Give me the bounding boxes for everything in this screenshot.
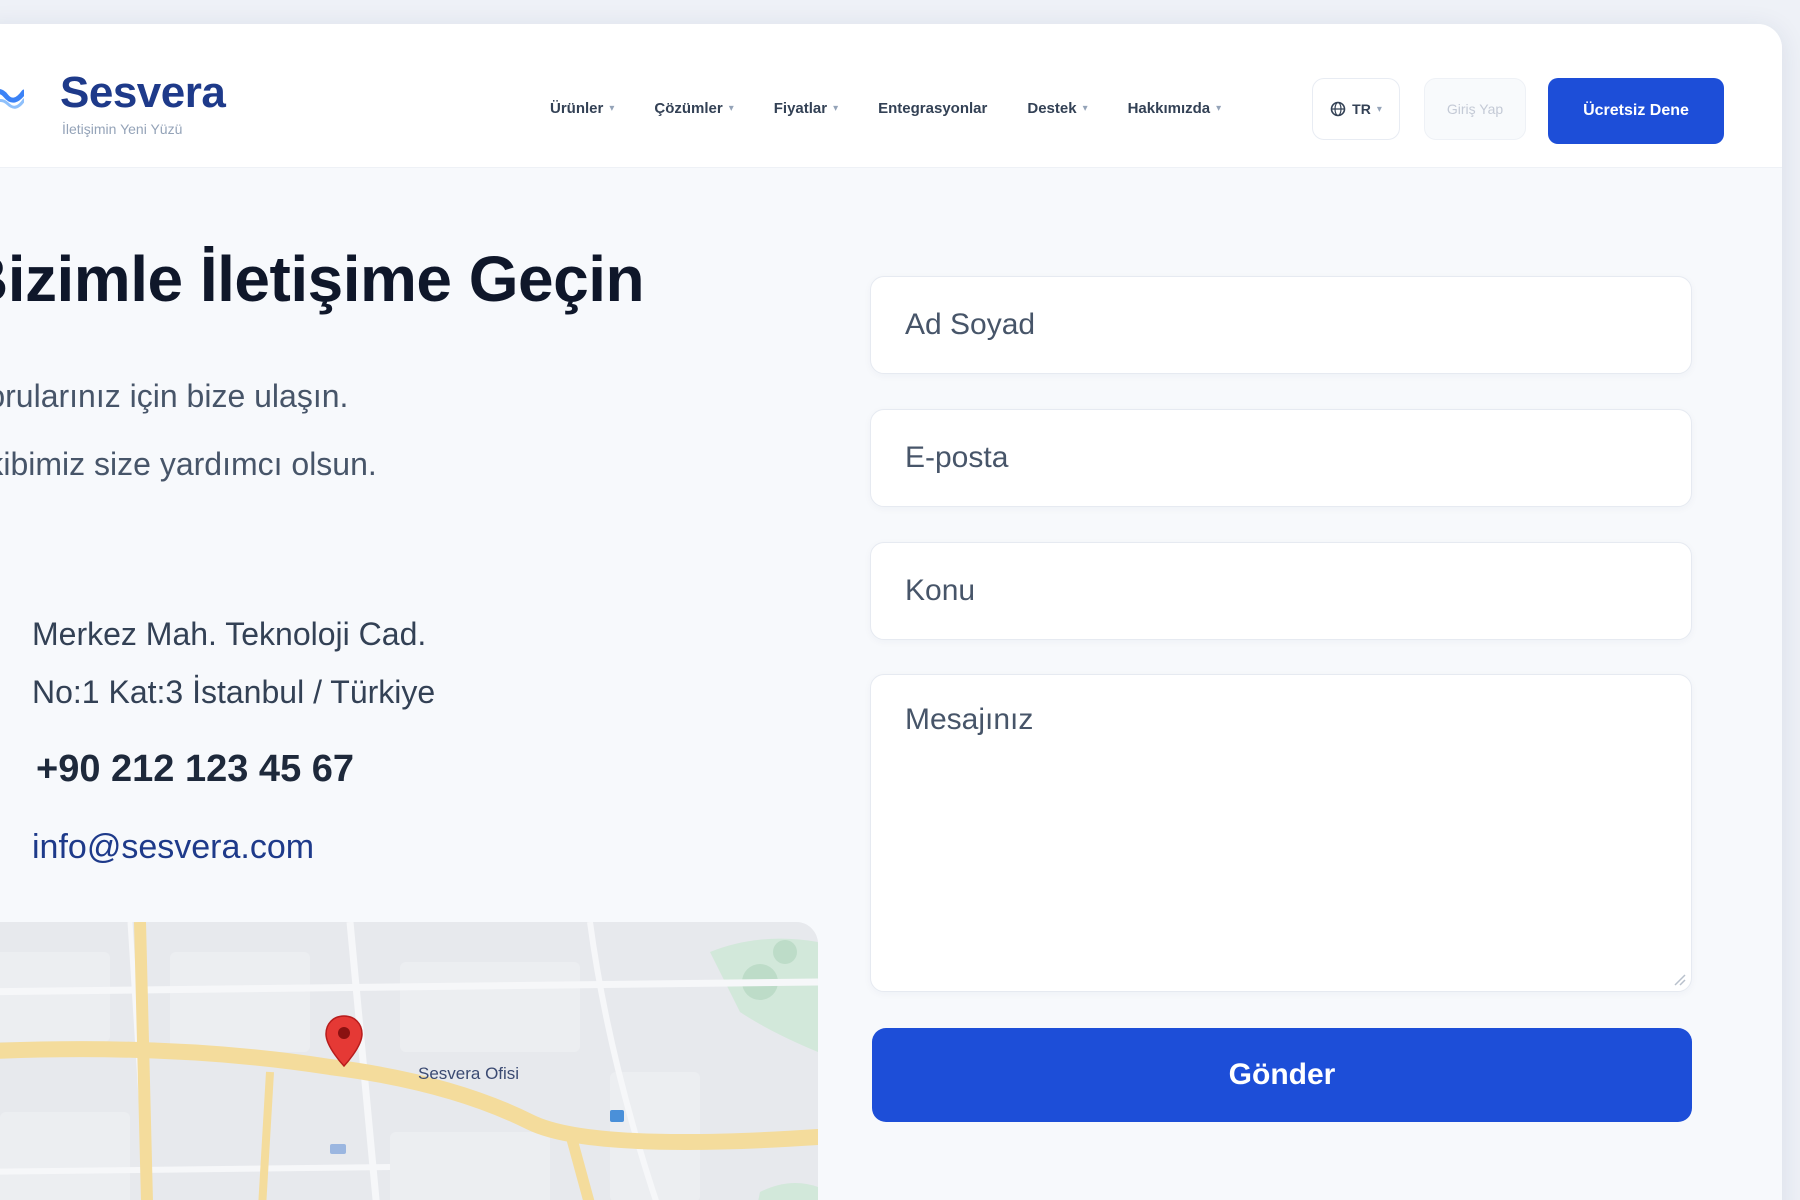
message-textarea[interactable]: [870, 674, 1692, 992]
free-trial-button[interactable]: Ücretsiz Dene: [1548, 78, 1724, 144]
nav-item-label: Ürünler: [550, 100, 604, 117]
logo-wave-icon: [0, 89, 24, 109]
phone-number[interactable]: +90 212 123 45 67: [36, 748, 354, 791]
map-marker-label: Sesvera Ofisi: [418, 1064, 520, 1083]
nav-item-entegrasyonlar[interactable]: Entegrasyonlar: [878, 100, 987, 117]
nav-item-label: Çözümler: [654, 100, 723, 117]
nav-item-destek[interactable]: Destek ▾: [1027, 100, 1087, 117]
map-pin-icon[interactable]: [324, 1014, 364, 1070]
nav-item-urunler[interactable]: Ürünler ▾: [550, 100, 614, 117]
name-input[interactable]: [870, 276, 1692, 374]
map-canvas: [0, 922, 818, 1200]
nav-item-label: Hakkımızda: [1127, 100, 1211, 117]
submit-button[interactable]: Gönder: [872, 1028, 1692, 1122]
resize-handle-icon[interactable]: [1670, 970, 1686, 986]
chevron-down-icon: ▾: [1082, 103, 1088, 114]
chevron-down-icon: ▾: [833, 103, 839, 114]
nav-item-fiyatlar[interactable]: Fiyatlar ▾: [774, 100, 838, 117]
lead-text-2: Ekibimiz size yardımcı olsun.: [0, 446, 377, 482]
nav-item-cozumler[interactable]: Çözümler ▾: [654, 100, 733, 117]
site-logo[interactable]: Sesvera İletişimin Yeni Yüzü: [0, 48, 230, 140]
language-label: TR: [1352, 101, 1371, 117]
browser-window: Sesvera İletişimin Yeni Yüzü Ürünler ▾ Ç…: [0, 24, 1782, 1200]
chevron-down-icon: ▾: [728, 103, 734, 114]
chevron-down-icon: ▾: [1216, 103, 1222, 114]
nav-item-hakkimizda[interactable]: Hakkımızda ▾: [1128, 100, 1222, 117]
login-button[interactable]: Giriş Yap: [1424, 78, 1526, 140]
office-map[interactable]: Sesvera Ofisi: [0, 922, 818, 1200]
subject-input[interactable]: [870, 542, 1692, 640]
site-header: Sesvera İletişimin Yeni Yüzü Ürünler ▾ Ç…: [0, 24, 1782, 168]
email-link[interactable]: info@sesvera.com: [32, 828, 314, 867]
email-input[interactable]: [870, 409, 1692, 507]
chevron-down-icon: ▾: [1376, 103, 1382, 115]
nav-item-label: Entegrasyonlar: [878, 100, 988, 117]
nav-item-label: Destek: [1027, 100, 1077, 117]
lead-text-1: Sorularınız için bize ulaşın.: [0, 378, 349, 414]
logo-tagline: İletişimin Yeni Yüzü: [62, 121, 183, 137]
chevron-down-icon: ▾: [609, 103, 615, 114]
language-selector[interactable]: TR ▾: [1312, 78, 1400, 140]
address-line-2: No:1 Kat:3 İstanbul / Türkiye: [32, 674, 436, 710]
nav-item-label: Fiyatlar: [773, 100, 828, 117]
logo-name: Sesvera: [60, 68, 226, 117]
address-line-1: Merkez Mah. Teknoloji Cad.: [32, 616, 427, 652]
globe-icon: [1330, 101, 1346, 117]
page-title: Bizimle İletişime Geçin: [0, 243, 645, 315]
main-nav: Ürünler ▾ Çözümler ▾ Fiyatlar ▾ Entegras…: [550, 100, 1221, 117]
